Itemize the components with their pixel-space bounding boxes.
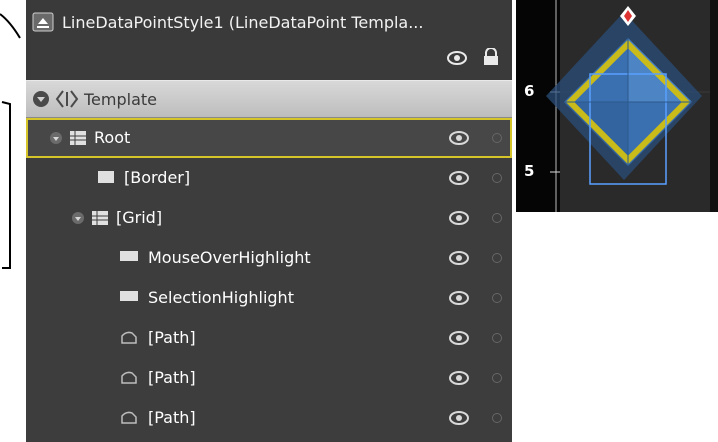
eye-icon[interactable] [448,370,470,386]
lock-toggle-icon[interactable] [492,413,502,423]
tree-row-label: MouseOverHighlight [148,248,311,267]
template-label: Template [84,90,158,109]
tree-row-label: [Grid] [116,208,163,227]
path-icon [121,411,137,424]
data-point-marker[interactable] [516,0,718,212]
style-title: LineDataPointStyle1 (LineDataPoint Templ… [62,12,424,32]
tree-row-border[interactable]: [Border] [26,158,512,198]
tree-row-selectionhighlight[interactable]: SelectionHighlight [26,278,512,318]
tree-row-label: [Path] [148,328,196,347]
eye-icon[interactable] [448,290,470,306]
rectangle-icon [98,171,114,183]
lock-toggle-icon[interactable] [492,133,502,143]
tree-row-label: [Path] [148,408,196,427]
expand-triangle-icon[interactable] [72,212,84,224]
expand-triangle-icon[interactable] [50,132,62,144]
collapse-icon[interactable] [32,90,50,108]
lock-icon[interactable] [482,48,500,66]
panel-header: LineDataPointStyle1 (LineDataPoint Templ… [26,0,512,80]
eye-icon[interactable] [448,330,470,346]
axis-tick-label: 6 [524,82,535,100]
lock-toggle-icon[interactable] [492,293,502,303]
path-icon [121,331,137,344]
tree-row-path[interactable]: [Path] [26,318,512,358]
rectangle-icon [120,291,138,301]
lock-toggle-icon[interactable] [492,253,502,263]
tree-row-path[interactable]: [Path] [26,358,512,398]
title-row: LineDataPointStyle1 (LineDataPoint Templ… [32,8,423,36]
grid-icon [92,211,108,225]
eye-icon[interactable] [448,170,470,186]
grid-icon [70,131,86,145]
template-icon [55,90,79,108]
eye-icon[interactable] [448,410,470,426]
tree-row-grid[interactable]: [Grid] [26,198,512,238]
header-icons [446,48,500,66]
eye-icon[interactable] [448,250,470,266]
design-preview[interactable]: 6 5 [516,0,718,212]
eye-icon[interactable] [446,49,468,65]
tree-row-path[interactable]: [Path] [26,398,512,438]
tree-row-mouseoverhighlight[interactable]: MouseOverHighlight [26,238,512,278]
lock-toggle-icon[interactable] [492,173,502,183]
lock-toggle-icon[interactable] [492,213,502,223]
objects-timeline-panel: LineDataPointStyle1 (LineDataPoint Templ… [26,0,512,442]
rectangle-icon [120,251,138,261]
scope-up-icon[interactable] [32,12,54,32]
tree-row-label: [Border] [124,168,191,187]
lock-toggle-icon[interactable] [492,333,502,343]
axis-tick-label: 5 [524,162,535,180]
template-bar[interactable]: Template [26,80,512,118]
eye-icon[interactable] [448,130,470,146]
tree-row-label: SelectionHighlight [148,288,294,307]
tree-row-label: Root [94,128,131,147]
path-icon [121,371,137,384]
eye-icon[interactable] [448,210,470,226]
tree-row-root[interactable]: Root [26,118,512,158]
tree-row-label: [Path] [148,368,196,387]
lock-toggle-icon[interactable] [492,373,502,383]
